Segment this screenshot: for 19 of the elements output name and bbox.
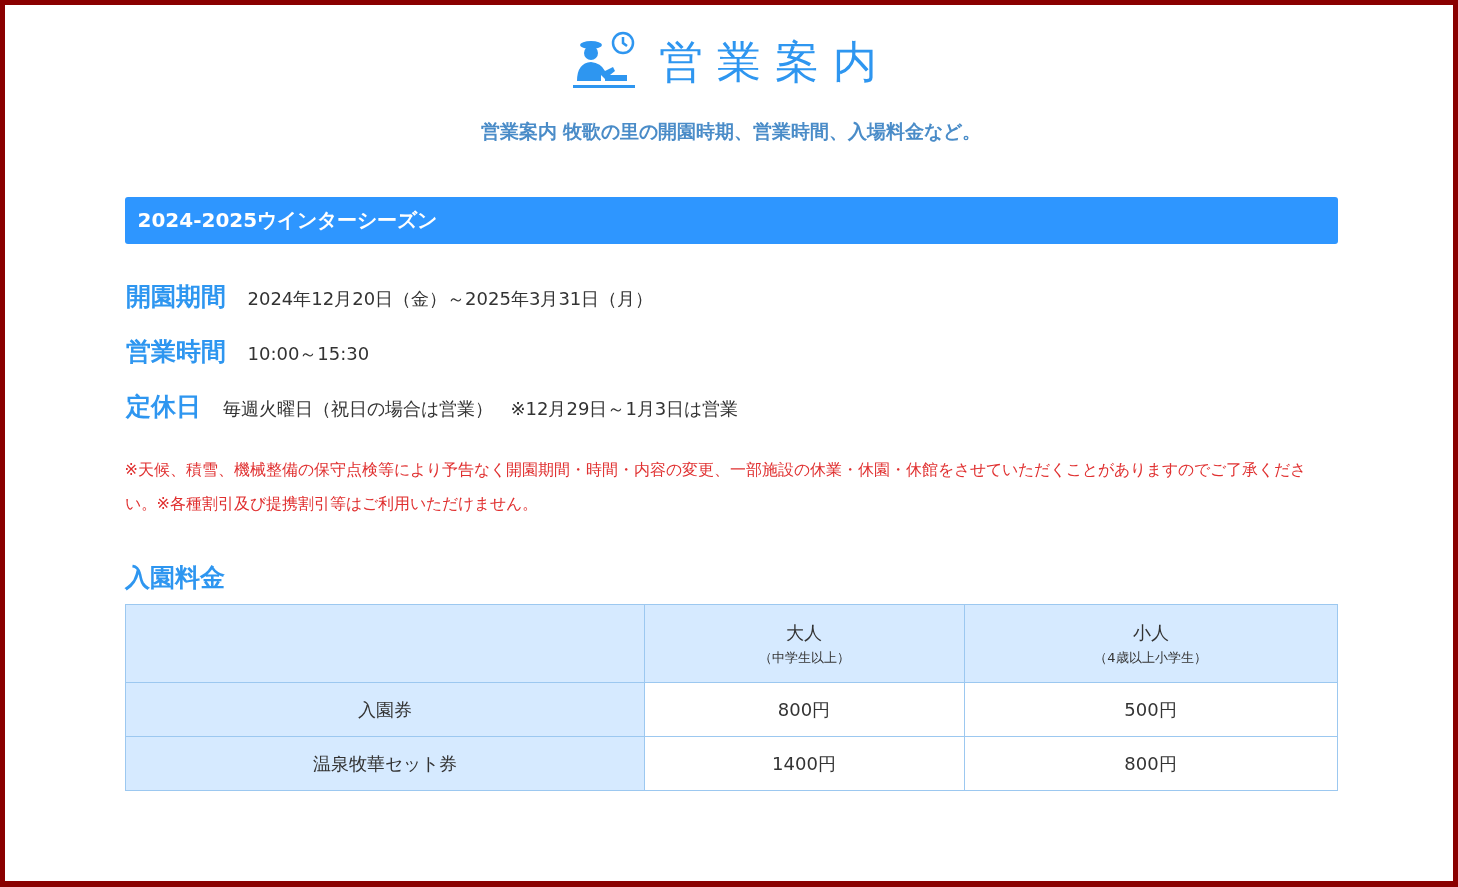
table-header-cell: 大人 （中学生以上） xyxy=(644,604,964,683)
table-cell: 800円 xyxy=(644,682,964,737)
info-value: 2024年12月20日（金）～2025年3月31日（月） xyxy=(247,287,654,311)
table-header-cell: 小人 （4歳以上小学生） xyxy=(964,604,1337,683)
notice-text: ※天候、積雪、機械整備の保守点検等により予告なく開園期間・時間・内容の変更、一部施設の休業・休園・休館をさせていただくことがありますのでご了承ください。※各種割引及び提携割引等はご利用いただけません。 xyxy=(124,459,1307,515)
page-subtitle: 営業案内 牧歌の里の開園時期、営業時間、入場料金など。 xyxy=(479,119,983,144)
table-cell: 500円 xyxy=(964,682,1337,737)
fees-heading: 入園料金 xyxy=(124,562,226,594)
info-label: 定休日 xyxy=(125,391,201,423)
info-label: 開園期間 xyxy=(125,281,226,313)
page-title: 営業案内 xyxy=(659,34,891,89)
info-value: 10:00～15:30 xyxy=(247,342,370,366)
season-heading: 2024-2025ウインターシーズン xyxy=(124,197,1338,244)
table-cell: 1400円 xyxy=(644,736,964,791)
info-value: 毎週火曜日（祝日の場合は営業） ※12月29日～1月3日は営業 xyxy=(222,397,739,421)
table-cell: 800円 xyxy=(964,736,1337,791)
table-row-header-cell: 入園券 xyxy=(125,682,644,737)
info-label: 営業時間 xyxy=(125,336,226,368)
table-row-header-cell: 温泉牧華セット券 xyxy=(125,736,644,791)
